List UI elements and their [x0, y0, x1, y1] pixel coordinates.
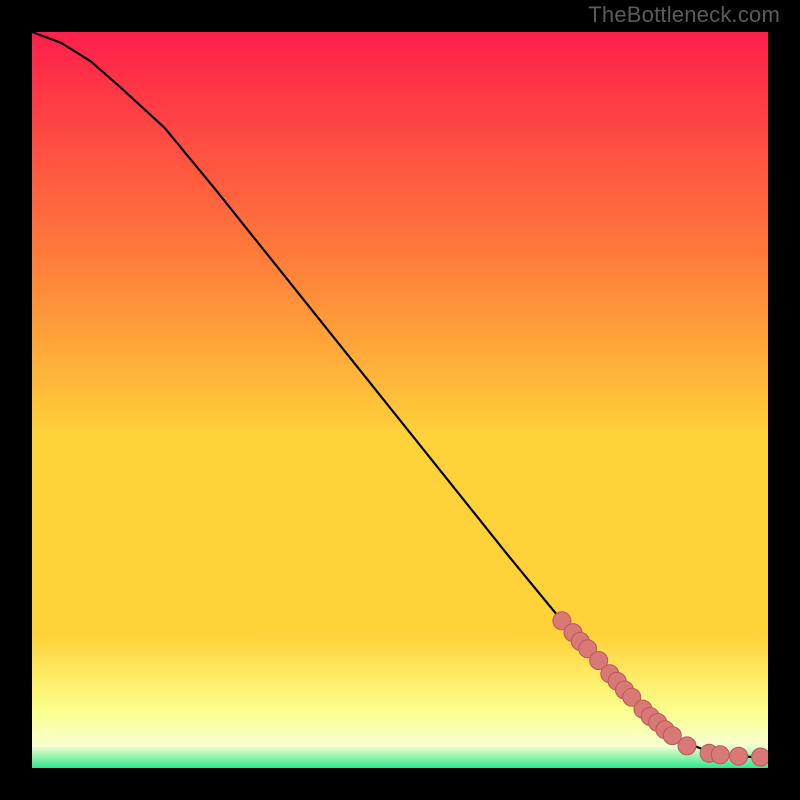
chart-frame: TheBottleneck.com [0, 0, 800, 800]
gradient-background [32, 32, 768, 768]
data-marker [678, 737, 696, 755]
attribution-label: TheBottleneck.com [588, 2, 780, 28]
data-marker [752, 748, 768, 766]
data-marker [711, 746, 729, 764]
chart-canvas [32, 32, 768, 768]
data-marker [730, 747, 748, 765]
